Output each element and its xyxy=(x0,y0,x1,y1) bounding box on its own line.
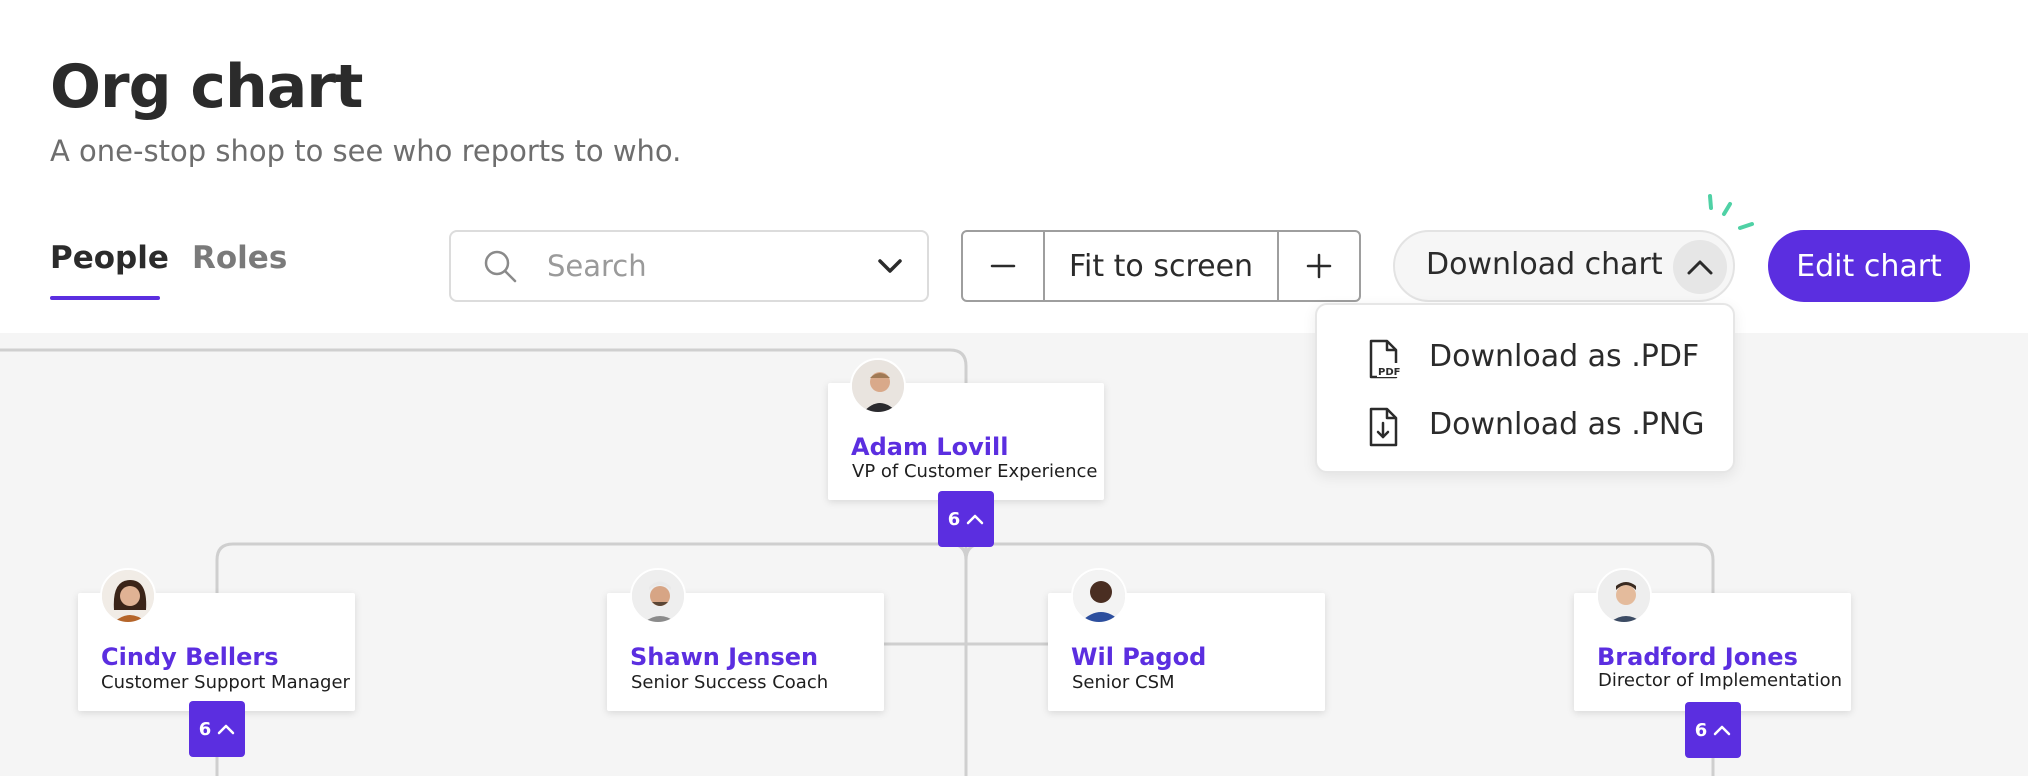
direct-reports-toggle[interactable]: 6 xyxy=(189,701,245,757)
chevron-up-icon xyxy=(1714,725,1731,736)
avatar xyxy=(1596,568,1652,624)
avatar xyxy=(630,568,686,624)
menu-item-download-png[interactable]: Download as .PNG xyxy=(1317,393,1733,459)
avatar xyxy=(850,358,906,414)
chevron-up-icon xyxy=(218,724,235,735)
direct-reports-toggle[interactable]: 6 xyxy=(1685,702,1741,758)
person-name: Shawn Jensen xyxy=(630,643,819,671)
svg-text:PDF: PDF xyxy=(1378,367,1400,378)
download-file-icon xyxy=(1369,407,1398,447)
download-menu: PDF Download as .PDF Download as .PNG xyxy=(1315,303,1735,473)
reports-count: 6 xyxy=(947,508,961,530)
person-name: Bradford Jones xyxy=(1597,643,1798,671)
menu-item-download-pdf[interactable]: PDF Download as .PDF xyxy=(1317,325,1733,391)
reports-count: 6 xyxy=(198,718,212,740)
person-role: Senior Success Coach xyxy=(631,672,829,693)
person-role: VP of Customer Experience xyxy=(852,461,1098,482)
person-role: Director of Implementation xyxy=(1598,670,1843,691)
person-role: Customer Support Manager xyxy=(101,672,350,693)
direct-reports-toggle[interactable]: 6 xyxy=(938,491,994,547)
menu-item-label: Download as .PNG xyxy=(1429,407,1705,442)
avatar xyxy=(1071,568,1127,624)
person-role: Senior CSM xyxy=(1072,672,1175,693)
avatar xyxy=(100,568,156,624)
chevron-up-icon xyxy=(967,514,984,525)
person-name: Adam Lovill xyxy=(851,433,1009,461)
person-name: Cindy Bellers xyxy=(101,643,279,671)
person-name: Wil Pagod xyxy=(1071,643,1207,671)
menu-item-label: Download as .PDF xyxy=(1429,339,1700,374)
pdf-file-icon: PDF xyxy=(1369,339,1403,379)
reports-count: 6 xyxy=(1694,719,1708,741)
